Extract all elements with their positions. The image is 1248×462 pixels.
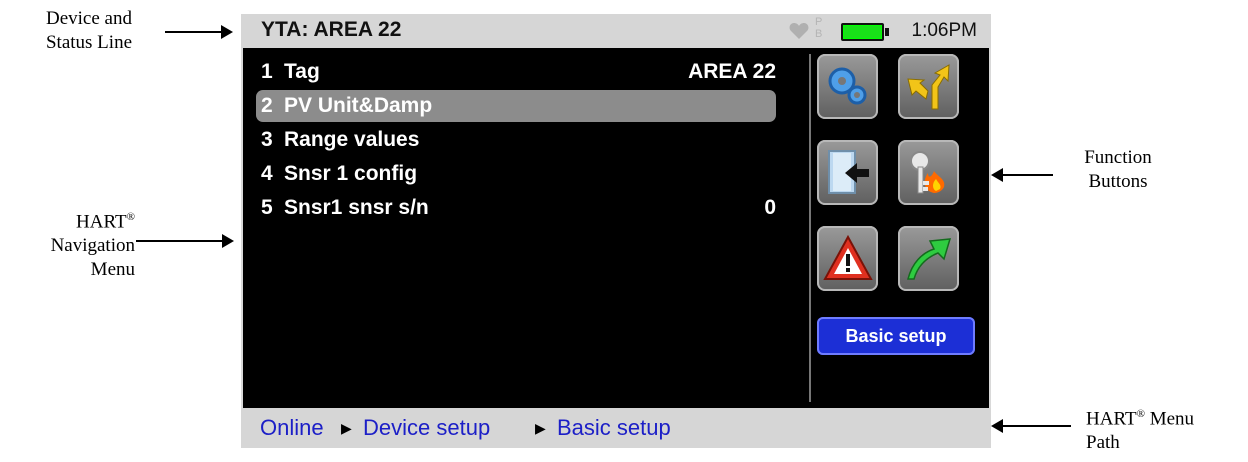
menu-item-label: Snsr1 snsr s/n bbox=[284, 196, 429, 219]
warning-icon bbox=[823, 234, 873, 280]
menu-item[interactable]: 2 PV Unit&Damp bbox=[256, 90, 776, 122]
nav-menu-annotation-line3: Menu bbox=[90, 259, 135, 281]
hart-menu-path: Online ▶ Device setup ▶ Basic setup bbox=[241, 408, 991, 448]
device-title: YTA: AREA 22 bbox=[261, 18, 402, 41]
menu-item-value: AREA 22 bbox=[688, 60, 776, 83]
menu-item[interactable]: 4 Snsr 1 config bbox=[256, 158, 776, 190]
menu-item[interactable]: 3 Range values bbox=[256, 124, 776, 156]
security-button[interactable] bbox=[898, 140, 959, 205]
battery-fill bbox=[844, 26, 881, 38]
menu-path-annotation: HART® Menu Path bbox=[1086, 402, 1236, 455]
menu-item[interactable]: 1 Tag AREA 22 bbox=[256, 56, 776, 88]
navigation-button[interactable] bbox=[898, 54, 959, 119]
registered-mark: ® bbox=[1136, 408, 1145, 420]
status-line: YTA: AREA 22 PB 1:06PM bbox=[241, 14, 991, 48]
menu-item-label: Range values bbox=[284, 128, 420, 151]
function-buttons-annotation: Function Buttons bbox=[1058, 146, 1178, 194]
menu-path-annotation-line1b: Menu bbox=[1144, 408, 1195, 430]
path-segment-basic-setup[interactable]: Basic setup bbox=[557, 408, 671, 448]
nav-menu-annotation-line2: Navigation bbox=[50, 235, 135, 257]
go-button[interactable] bbox=[898, 226, 959, 291]
exit-door-icon bbox=[828, 150, 869, 194]
hart-navigation-menu: 1 Tag AREA 22 2 PV Unit&Damp 3 Range values 4 Sn… bbox=[243, 48, 803, 408]
path-separator: ▶ bbox=[341, 420, 352, 436]
nav-menu-annotation: HART® Navigation Menu bbox=[35, 205, 135, 282]
menu-item-label: PV Unit&Damp bbox=[284, 94, 433, 117]
function-buttons-annotation-line1: Function bbox=[1084, 147, 1152, 168]
menu-item-label: Tag bbox=[284, 60, 320, 83]
fork-arrow-icon bbox=[907, 64, 950, 110]
menu-item[interactable]: 5 Snsr1 snsr s/n 0 bbox=[256, 192, 776, 224]
basic-setup-button[interactable]: Basic setup bbox=[817, 317, 975, 355]
battery-icon bbox=[841, 23, 889, 41]
menu-item-num: 3 bbox=[261, 128, 273, 151]
path-segment-online[interactable]: Online bbox=[260, 408, 324, 448]
registered-mark: ® bbox=[126, 211, 135, 223]
nav-menu-arrow bbox=[136, 234, 234, 248]
exit-button[interactable] bbox=[817, 140, 878, 205]
menu-path-annotation-line1: HART bbox=[1086, 408, 1137, 430]
menu-item-num: 5 bbox=[261, 196, 273, 219]
alerts-button[interactable] bbox=[817, 226, 878, 291]
key-fire-icon bbox=[910, 151, 945, 194]
menu-item-num: 1 bbox=[261, 60, 273, 83]
function-buttons-annotation-line2: Buttons bbox=[1088, 171, 1148, 192]
status-line-annotation: Device and Status Line bbox=[15, 7, 163, 55]
menu-item-label: Snsr 1 config bbox=[284, 162, 418, 185]
menu-divider bbox=[809, 54, 811, 402]
path-segment-device-setup[interactable]: Device setup bbox=[363, 408, 490, 448]
gears-icon bbox=[828, 67, 867, 105]
heart-icon bbox=[789, 23, 809, 39]
menu-item-num: 4 bbox=[261, 162, 273, 185]
device-screen: YTA: AREA 22 PB 1:06PM 1 Tag AREA 22 2 PV Un… bbox=[241, 14, 991, 448]
main-area: 1 Tag AREA 22 2 PV Unit&Damp 3 Range values 4 Sn… bbox=[243, 48, 989, 408]
menu-item-value: 0 bbox=[764, 196, 776, 219]
status-line-arrow bbox=[165, 25, 233, 39]
path-separator: ▶ bbox=[535, 420, 546, 436]
pb-indicator: PB bbox=[815, 16, 825, 40]
menu-item-num: 2 bbox=[261, 94, 273, 117]
nav-menu-annotation-line1: HART bbox=[76, 211, 127, 233]
menu-path-annotation-line2: Path bbox=[1086, 432, 1120, 454]
status-line-annotation-line1: Device and bbox=[46, 8, 132, 29]
green-arrow-icon bbox=[907, 238, 952, 280]
function-buttons-arrow bbox=[991, 168, 1053, 182]
status-line-annotation-line2: Status Line bbox=[45, 32, 133, 53]
clock: 1:06PM bbox=[911, 20, 977, 41]
pb-text: PB bbox=[815, 16, 823, 40]
device-settings-button[interactable] bbox=[817, 54, 878, 119]
menu-path-arrow bbox=[991, 419, 1071, 433]
